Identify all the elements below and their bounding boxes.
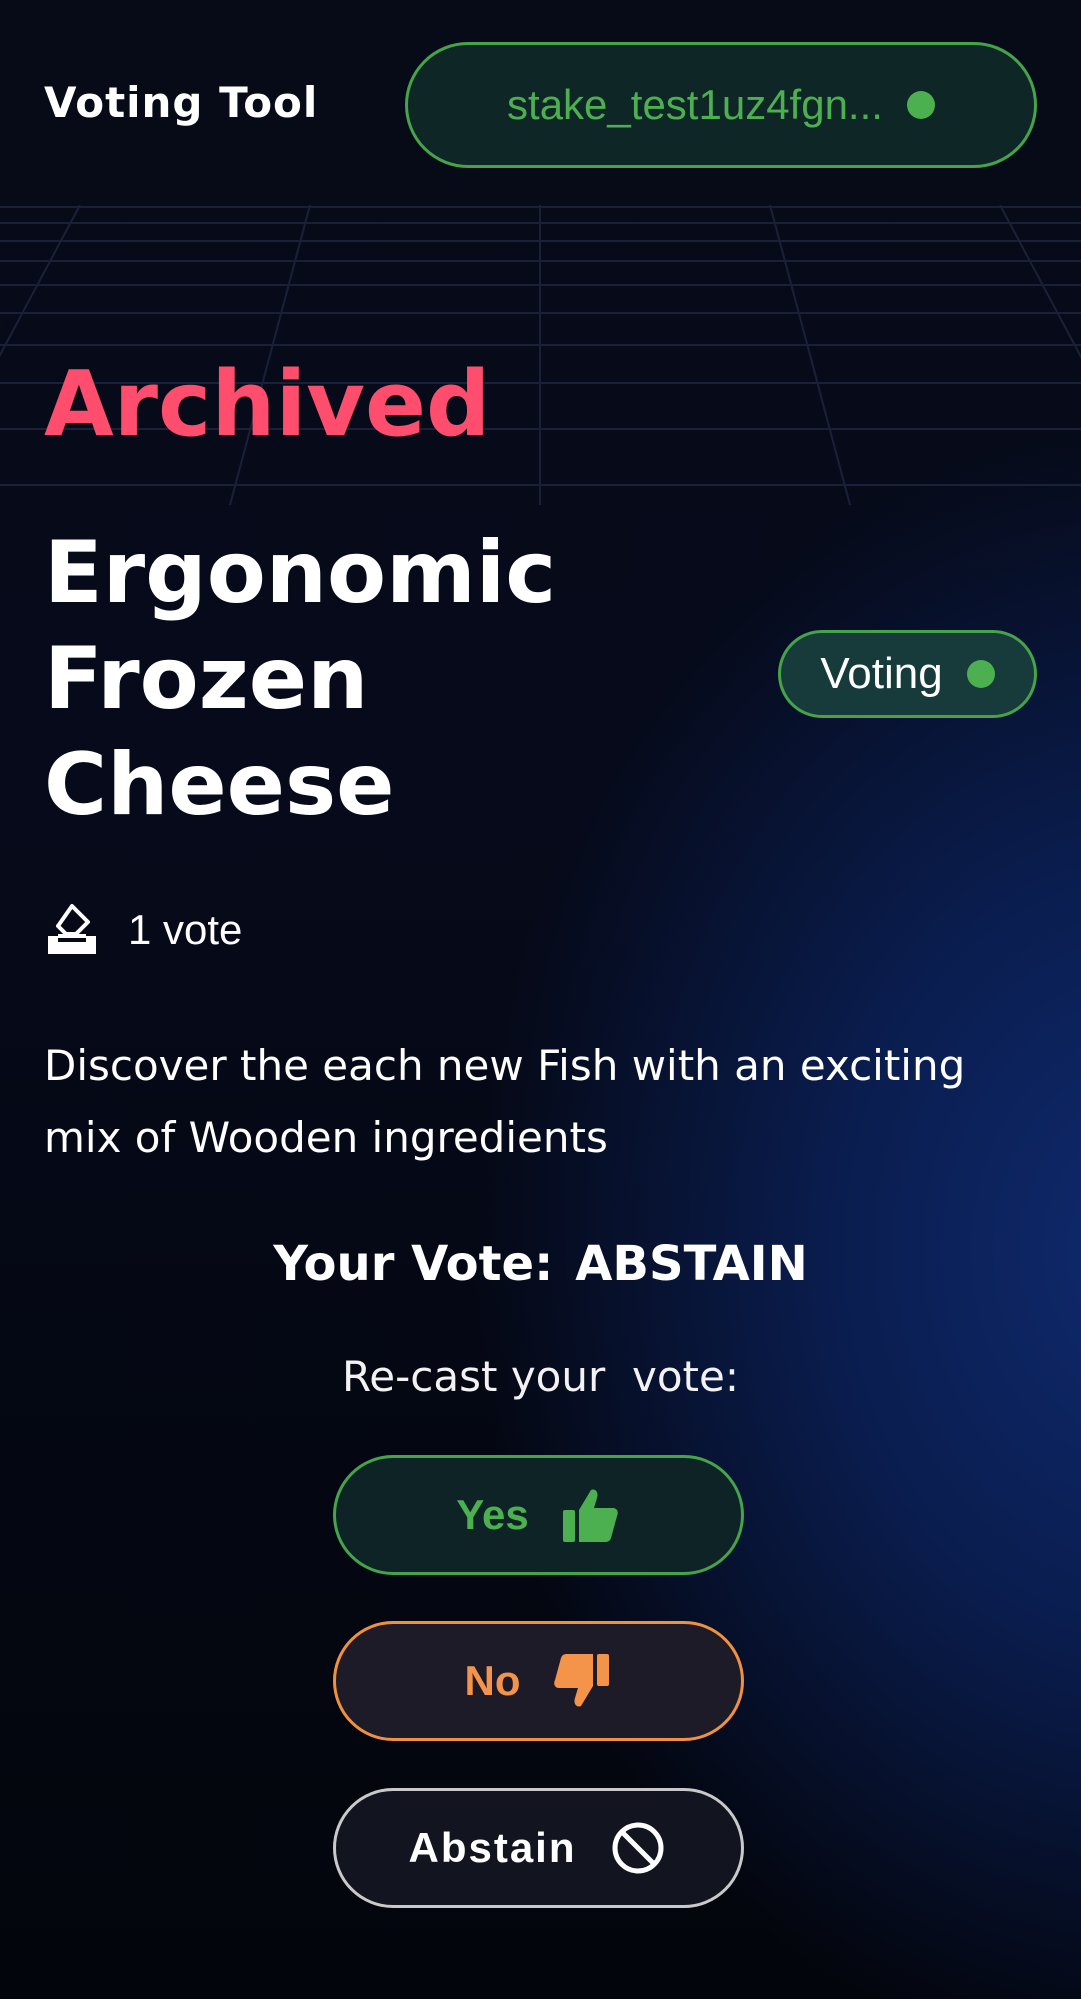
vote-yes-button[interactable]: Yes bbox=[333, 1455, 744, 1575]
header: Voting Tool stake_test1uz4fgn... bbox=[0, 0, 1081, 205]
recast-label: Re-cast your vote: bbox=[342, 1352, 739, 1401]
your-vote-label: Your Vote: bbox=[273, 1236, 554, 1292]
wallet-address: stake_test1uz4fgn... bbox=[507, 81, 883, 128]
your-vote: Your Vote: ABSTAIN bbox=[0, 1236, 1081, 1292]
voting-status-badge: Voting bbox=[778, 630, 1037, 718]
proposal-title: Ergonomic Frozen Cheese bbox=[44, 523, 557, 835]
your-vote-value: ABSTAIN bbox=[575, 1236, 808, 1292]
vote-count-label: 1 vote bbox=[128, 906, 243, 953]
page: Voting Tool stake_test1uz4fgn... Archive… bbox=[0, 0, 1081, 1999]
status-dot-icon bbox=[966, 660, 995, 688]
ballot-box-icon bbox=[48, 904, 96, 954]
yes-label: Yes bbox=[456, 1491, 529, 1538]
abstain-label: Abstain bbox=[408, 1824, 577, 1871]
vote-count: 1 vote bbox=[44, 898, 242, 962]
vote-no-button[interactable]: No bbox=[333, 1621, 744, 1741]
voting-badge-label: Voting bbox=[820, 649, 943, 698]
thumbs-down-icon bbox=[553, 1654, 609, 1707]
proposal-description: Discover the each new Fish with an excit… bbox=[44, 1041, 966, 1162]
app-title: Voting Tool bbox=[44, 78, 319, 127]
wallet-connect-button[interactable]: stake_test1uz4fgn... bbox=[405, 42, 1037, 168]
vote-abstain-button[interactable]: Abstain bbox=[333, 1788, 744, 1908]
thumbs-up-icon bbox=[562, 1489, 618, 1542]
status-dot-icon bbox=[906, 91, 935, 119]
proposal-status: Archived bbox=[44, 352, 491, 457]
ban-icon bbox=[612, 1822, 663, 1874]
no-label: No bbox=[464, 1657, 521, 1704]
